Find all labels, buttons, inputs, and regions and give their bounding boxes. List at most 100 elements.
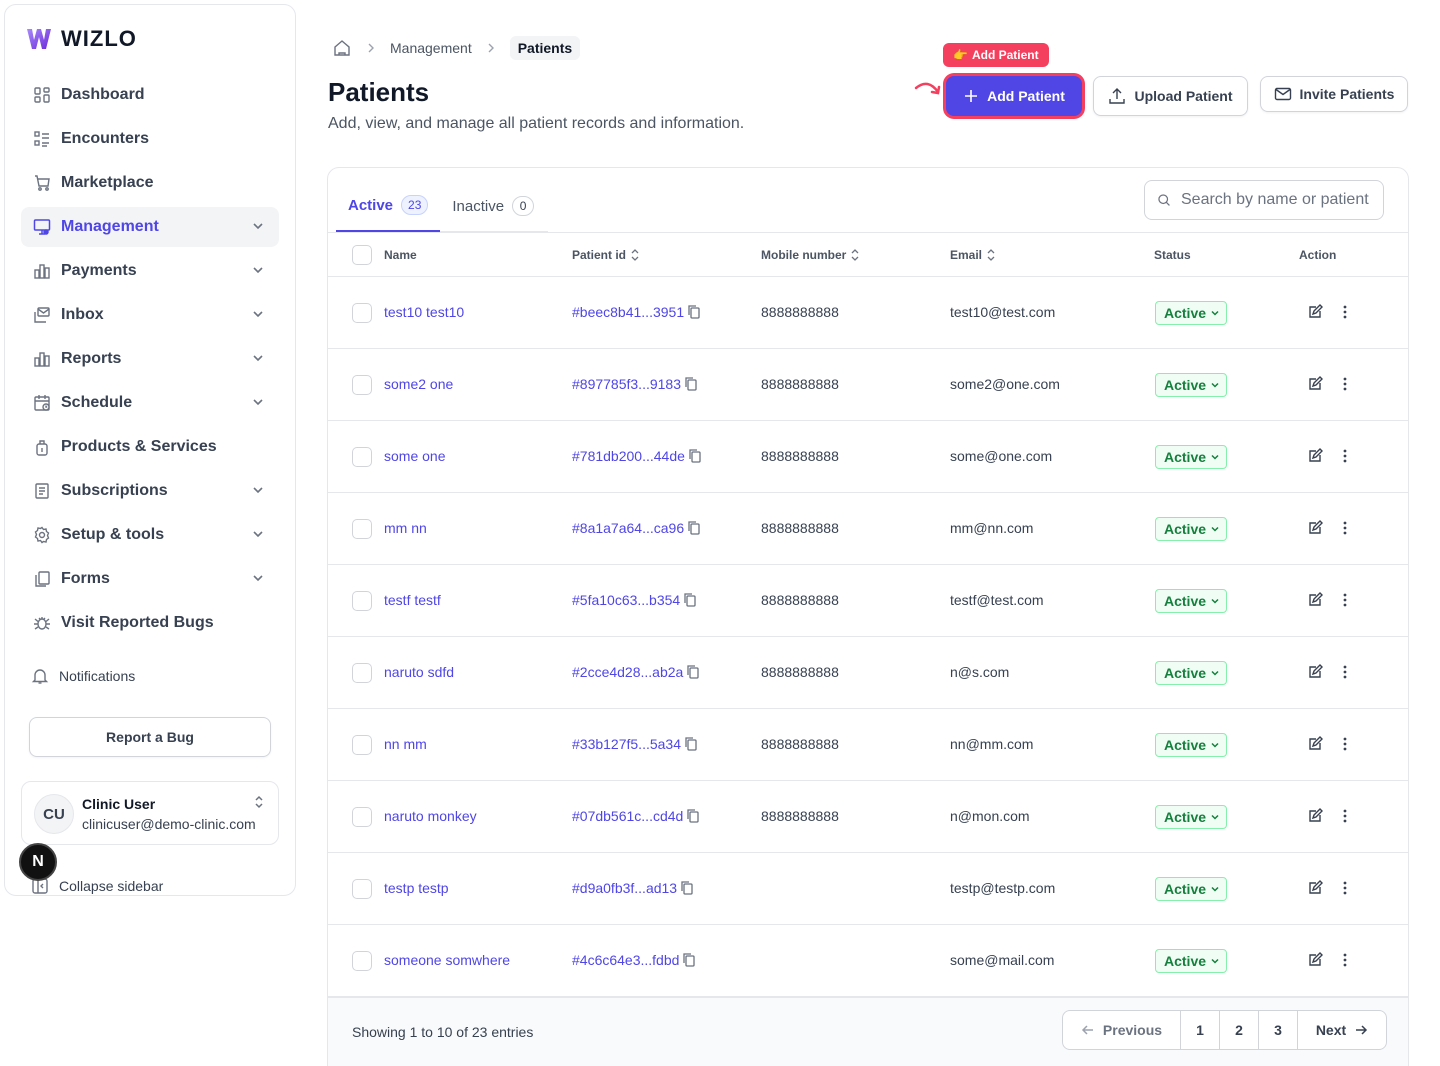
more-vertical-icon[interactable] <box>1337 952 1353 968</box>
status-dropdown[interactable]: Active <box>1155 373 1228 397</box>
home-icon[interactable] <box>332 38 352 58</box>
copy-icon[interactable] <box>687 448 703 464</box>
status-dropdown[interactable]: Active <box>1155 301 1228 325</box>
more-vertical-icon[interactable] <box>1337 448 1353 464</box>
page-1-button[interactable]: 1 <box>1181 1011 1220 1049</box>
copy-icon[interactable] <box>685 808 701 824</box>
patient-name-link[interactable]: naruto sdfd <box>384 664 454 680</box>
row-checkbox[interactable] <box>352 375 372 395</box>
copy-icon[interactable] <box>686 304 702 320</box>
sidebar-item-visit-reported-bugs[interactable]: Visit Reported Bugs <box>21 603 279 643</box>
edit-icon[interactable] <box>1307 592 1323 608</box>
patient-name-link[interactable]: someone somwhere <box>384 952 510 968</box>
sidebar-item-products-services[interactable]: Products & Services <box>21 427 279 467</box>
page-3-button[interactable]: 3 <box>1259 1011 1298 1049</box>
table-row[interactable]: testp testp #d9a0fb3f...ad13 testp@testp.c… <box>328 853 1408 925</box>
previous-page-button[interactable]: Previous <box>1063 1011 1181 1049</box>
sidebar-item-encounters[interactable]: Encounters <box>21 119 279 159</box>
sidebar-item-subscriptions[interactable]: Subscriptions <box>21 471 279 511</box>
more-vertical-icon[interactable] <box>1337 592 1353 608</box>
upload-patient-button[interactable]: Upload Patient <box>1093 76 1248 116</box>
edit-icon[interactable] <box>1307 736 1323 752</box>
table-row[interactable]: test10 test10 #beec8b41...3951 8888888888 t… <box>328 277 1408 349</box>
sidebar-item-inbox[interactable]: Inbox <box>21 295 279 335</box>
row-checkbox[interactable] <box>352 879 372 899</box>
more-vertical-icon[interactable] <box>1337 376 1353 392</box>
table-row[interactable]: nn mm #33b127f5...5a34 8888888888 nn@mm.com… <box>328 709 1408 781</box>
status-dropdown[interactable]: Active <box>1155 589 1228 613</box>
copy-icon[interactable] <box>683 376 699 392</box>
more-vertical-icon[interactable] <box>1337 520 1353 536</box>
table-row[interactable]: someone somwhere #4c6c64e3...fdbd some@mai… <box>328 925 1408 997</box>
column-header-email[interactable]: Email <box>950 248 996 262</box>
patient-name-link[interactable]: some2 one <box>384 376 453 392</box>
select-all-checkbox[interactable] <box>352 245 372 265</box>
copy-icon[interactable] <box>681 952 697 968</box>
row-checkbox[interactable] <box>352 735 372 755</box>
more-vertical-icon[interactable] <box>1337 664 1353 680</box>
sidebar-item-setup-tools[interactable]: Setup & tools <box>21 515 279 555</box>
brand-logo[interactable]: WIZLO <box>25 25 137 53</box>
more-vertical-icon[interactable] <box>1337 808 1353 824</box>
status-dropdown[interactable]: Active <box>1155 877 1228 901</box>
patient-name-link[interactable]: test10 test10 <box>384 304 464 320</box>
table-row[interactable]: some2 one #897785f3...9183 8888888888 some2… <box>328 349 1408 421</box>
status-dropdown[interactable]: Active <box>1155 517 1228 541</box>
patient-name-link[interactable]: naruto monkey <box>384 808 477 824</box>
edit-icon[interactable] <box>1307 520 1323 536</box>
more-vertical-icon[interactable] <box>1337 880 1353 896</box>
patient-name-link[interactable]: testp testp <box>384 880 449 896</box>
invite-patients-button[interactable]: Invite Patients <box>1260 76 1408 112</box>
edit-icon[interactable] <box>1307 808 1323 824</box>
edit-icon[interactable] <box>1307 304 1323 320</box>
sidebar-item-reports[interactable]: Reports <box>21 339 279 379</box>
row-checkbox[interactable] <box>352 951 372 971</box>
copy-icon[interactable] <box>683 736 699 752</box>
breadcrumb-parent[interactable]: Management <box>390 40 472 56</box>
status-dropdown[interactable]: Active <box>1155 445 1228 469</box>
page-2-button[interactable]: 2 <box>1220 1011 1259 1049</box>
table-row[interactable]: naruto monkey #07db561c...cd4d 8888888888 n… <box>328 781 1408 853</box>
add-patient-button[interactable]: Add Patient <box>946 76 1082 116</box>
status-dropdown[interactable]: Active <box>1155 805 1228 829</box>
patient-name-link[interactable]: some one <box>384 448 445 464</box>
edit-icon[interactable] <box>1307 448 1323 464</box>
sidebar-item-payments[interactable]: Payments <box>21 251 279 291</box>
patient-name-link[interactable]: nn mm <box>384 736 427 752</box>
sidebar-item-dashboard[interactable]: Dashboard <box>21 75 279 115</box>
more-vertical-icon[interactable] <box>1337 736 1353 752</box>
edit-icon[interactable] <box>1307 664 1323 680</box>
row-checkbox[interactable] <box>352 807 372 827</box>
status-dropdown[interactable]: Active <box>1155 733 1228 757</box>
sidebar-item-management[interactable]: Management <box>21 207 279 247</box>
patient-name-link[interactable]: testf testf <box>384 592 441 608</box>
sidebar-item-marketplace[interactable]: Marketplace <box>21 163 279 203</box>
column-header-mobile[interactable]: Mobile number <box>761 248 860 262</box>
status-dropdown[interactable]: Active <box>1155 949 1228 973</box>
report-bug-button[interactable]: Report a Bug <box>29 717 271 757</box>
more-vertical-icon[interactable] <box>1337 304 1353 320</box>
collapse-sidebar-button[interactable]: Collapse sidebar <box>31 877 163 895</box>
tab-inactive[interactable]: Inactive 0 <box>440 180 546 232</box>
row-checkbox[interactable] <box>352 447 372 467</box>
table-row[interactable]: mm nn #8a1a7a64...ca96 8888888888 mm@nn.com… <box>328 493 1408 565</box>
table-row[interactable]: some one #781db200...44de 8888888888 some@o… <box>328 421 1408 493</box>
table-row[interactable]: testf testf #5fa10c63...b354 8888888888 tes… <box>328 565 1408 637</box>
row-checkbox[interactable] <box>352 303 372 323</box>
copy-icon[interactable] <box>686 520 702 536</box>
devtools-badge[interactable]: N <box>19 843 57 881</box>
edit-icon[interactable] <box>1307 880 1323 896</box>
copy-icon[interactable] <box>685 664 701 680</box>
row-checkbox[interactable] <box>352 591 372 611</box>
next-page-button[interactable]: Next <box>1298 1011 1386 1049</box>
copy-icon[interactable] <box>679 880 695 896</box>
sidebar-item-forms[interactable]: Forms <box>21 559 279 599</box>
edit-icon[interactable] <box>1307 952 1323 968</box>
notifications-link[interactable]: Notifications <box>31 667 135 685</box>
user-menu[interactable]: CU Clinic User clinicuser@demo-clinic.co… <box>21 781 279 845</box>
status-dropdown[interactable]: Active <box>1155 661 1228 685</box>
copy-icon[interactable] <box>682 592 698 608</box>
sidebar-item-schedule[interactable]: Schedule <box>21 383 279 423</box>
patient-name-link[interactable]: mm nn <box>384 520 427 536</box>
table-row[interactable]: naruto sdfd #2cce4d28...ab2a 8888888888 n@s… <box>328 637 1408 709</box>
